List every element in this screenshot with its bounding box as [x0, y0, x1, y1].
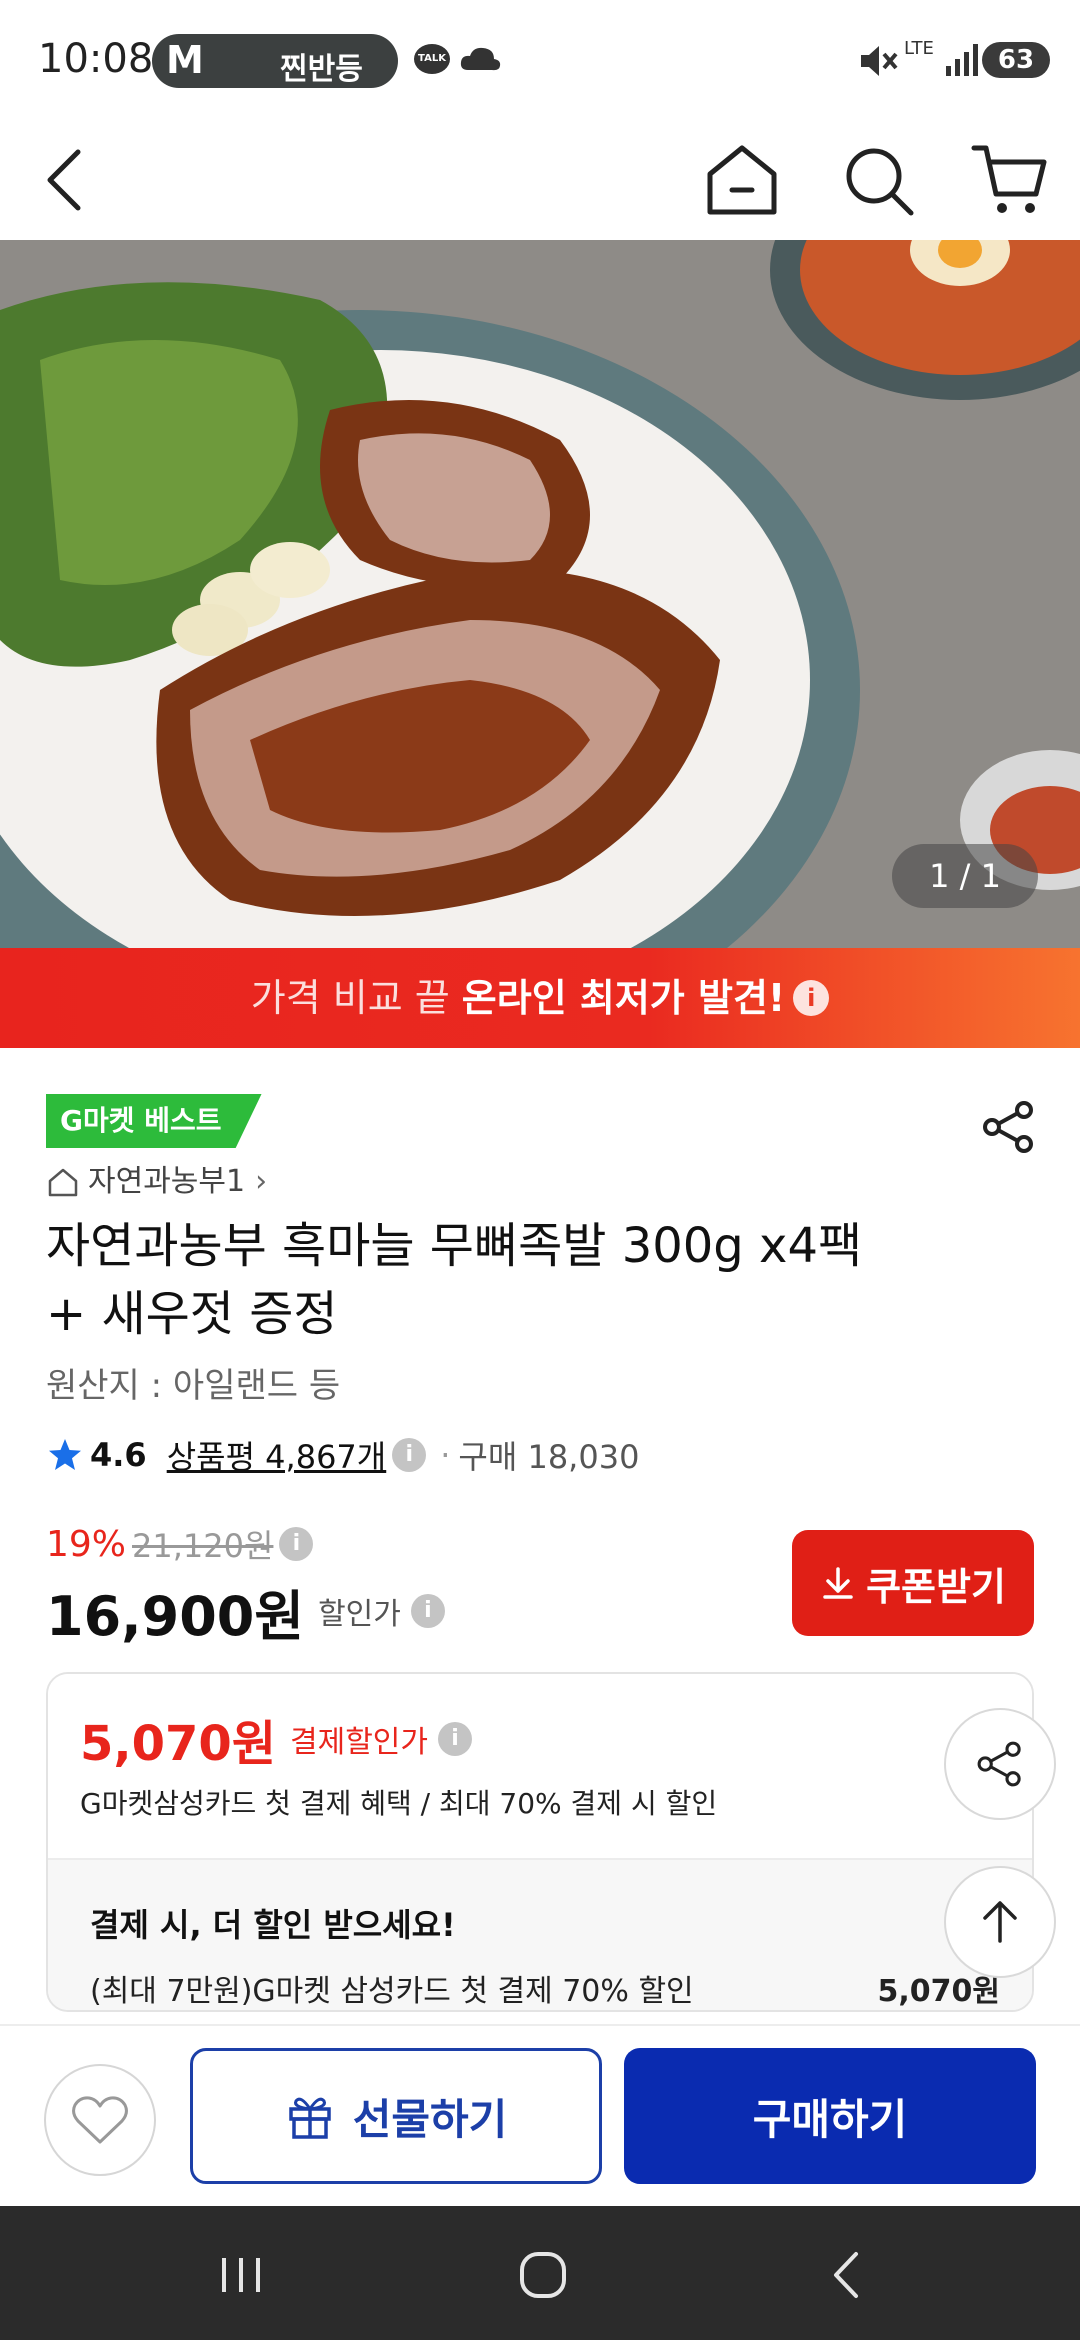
- heart-icon: [72, 2096, 128, 2144]
- product-title: 자연과농부 흑마늘 무뼈족발 300g x4팩 + 새우젓 증정: [46, 1212, 1006, 1348]
- buy-button[interactable]: 구매하기: [624, 2048, 1036, 2184]
- back-arrow-icon[interactable]: [26, 138, 110, 222]
- notification-text: 찐반등: [280, 52, 363, 87]
- share-icon[interactable]: [978, 1096, 1040, 1158]
- product-title-line1: 자연과농부 흑마늘 무뼈족발 300g x4팩: [46, 1218, 863, 1274]
- download-icon: [823, 1567, 853, 1599]
- notification-app-icon: M: [166, 38, 204, 82]
- product-title-line2: + 새우젓 증정: [46, 1286, 338, 1342]
- bottom-action-bar: 선물하기 구매하기: [0, 2024, 1080, 2206]
- card-promo-text: (최대 7만원)G마켓 삼성카드 첫 결제 70% 할인: [90, 1974, 694, 2009]
- battery-indicator: 63: [982, 42, 1050, 78]
- share-icon: [977, 1741, 1021, 1787]
- floating-share-button[interactable]: [944, 1708, 1056, 1820]
- product-image[interactable]: 1 / 1: [0, 240, 1080, 948]
- image-counter: 1 / 1: [892, 844, 1038, 908]
- info-icon[interactable]: i: [410, 1594, 445, 1628]
- arrow-up-icon: [983, 1901, 1017, 1943]
- coupon-button-label: 쿠폰받기: [866, 1564, 1006, 1609]
- sale-price-label: 할인가: [318, 1597, 401, 1632]
- card-promo-title: 결제 시, 더 할인 받으세요!: [90, 1906, 456, 1944]
- buy-button-label: 구매하기: [752, 2094, 908, 2144]
- card-discount-description: G마켓삼성카드 첫 결제 혜택 / 최대 70% 결제 시 할인: [80, 1787, 718, 1820]
- system-nav-bar: [0, 2206, 1080, 2340]
- rating-row: 4.6 상품평 4,867개 i · 구매 18,030: [46, 1430, 639, 1480]
- rating-value: 4.6: [90, 1436, 147, 1474]
- recent-apps-icon[interactable]: [206, 2240, 276, 2310]
- talk-icon: TALK: [414, 44, 450, 74]
- search-icon[interactable]: [836, 138, 920, 222]
- store-icon: [48, 1168, 78, 1197]
- info-icon[interactable]: i: [392, 1438, 427, 1472]
- mute-icon: [861, 46, 898, 76]
- original-price: 21,120원: [132, 1527, 274, 1565]
- banner-highlight: 온라인 최저가 발견!: [461, 976, 786, 1020]
- card-discount-label: 결제할인가: [290, 1725, 428, 1760]
- signal-icon: [946, 44, 978, 76]
- origin-info: 원산지 : 아일랜드 등: [46, 1366, 341, 1406]
- status-time: 10:08: [38, 36, 154, 82]
- card-discount-panel[interactable]: 5,070원 결제할인가 i G마켓삼성카드 첫 결제 혜택 / 최대 70% …: [46, 1672, 1034, 2012]
- card-discount-price: 5,070원: [80, 1716, 276, 1772]
- gift-icon: [288, 2097, 331, 2139]
- wishlist-button[interactable]: [44, 2064, 156, 2176]
- seller-name: 자연과농부1: [88, 1164, 246, 1199]
- cart-icon[interactable]: [968, 138, 1052, 222]
- cloud-icon: [460, 47, 501, 71]
- star-icon: [49, 1439, 81, 1470]
- top-nav: [0, 120, 1080, 240]
- seller-link[interactable]: 자연과농부1 ›: [46, 1162, 267, 1202]
- sale-price: 16,900원: [46, 1584, 305, 1648]
- review-link[interactable]: 상품평 4,867개: [167, 1432, 387, 1478]
- price-block: 19% 21,120원 i 16,900원 할인가 i: [46, 1518, 606, 1648]
- coupon-button[interactable]: 쿠폰받기: [792, 1530, 1034, 1636]
- discount-rate: 19%: [46, 1523, 127, 1565]
- gift-button[interactable]: 선물하기: [190, 2048, 602, 2184]
- notification-pill[interactable]: M 찐반등: [152, 34, 398, 88]
- home-button-icon[interactable]: [508, 2240, 578, 2310]
- best-badge: G마켓 베스트: [46, 1094, 262, 1148]
- lowest-price-banner[interactable]: 가격 비교 끝 온라인 최저가 발견! i: [0, 948, 1080, 1048]
- network-type: LTE: [904, 38, 934, 59]
- home-icon[interactable]: [700, 138, 784, 222]
- card-promo-row: (최대 7만원)G마켓 삼성카드 첫 결제 70% 할인 5,070원: [90, 1966, 1000, 2010]
- purchase-count: 구매 18,030: [458, 1438, 640, 1476]
- system-back-icon[interactable]: [812, 2240, 882, 2310]
- info-icon[interactable]: i: [279, 1527, 314, 1561]
- separator: ·: [440, 1436, 451, 1474]
- chevron-right-icon: ›: [255, 1164, 268, 1199]
- product-photo: [0, 240, 1080, 948]
- info-icon[interactable]: i: [438, 1722, 472, 1756]
- status-bar: 10:08 M 찐반등 TALK LTE 63: [0, 0, 1080, 120]
- scroll-top-button[interactable]: [944, 1866, 1056, 1978]
- info-icon[interactable]: i: [793, 979, 830, 1016]
- gift-button-label: 선물하기: [352, 2094, 508, 2144]
- banner-prefix: 가격 비교 끝: [250, 976, 462, 1020]
